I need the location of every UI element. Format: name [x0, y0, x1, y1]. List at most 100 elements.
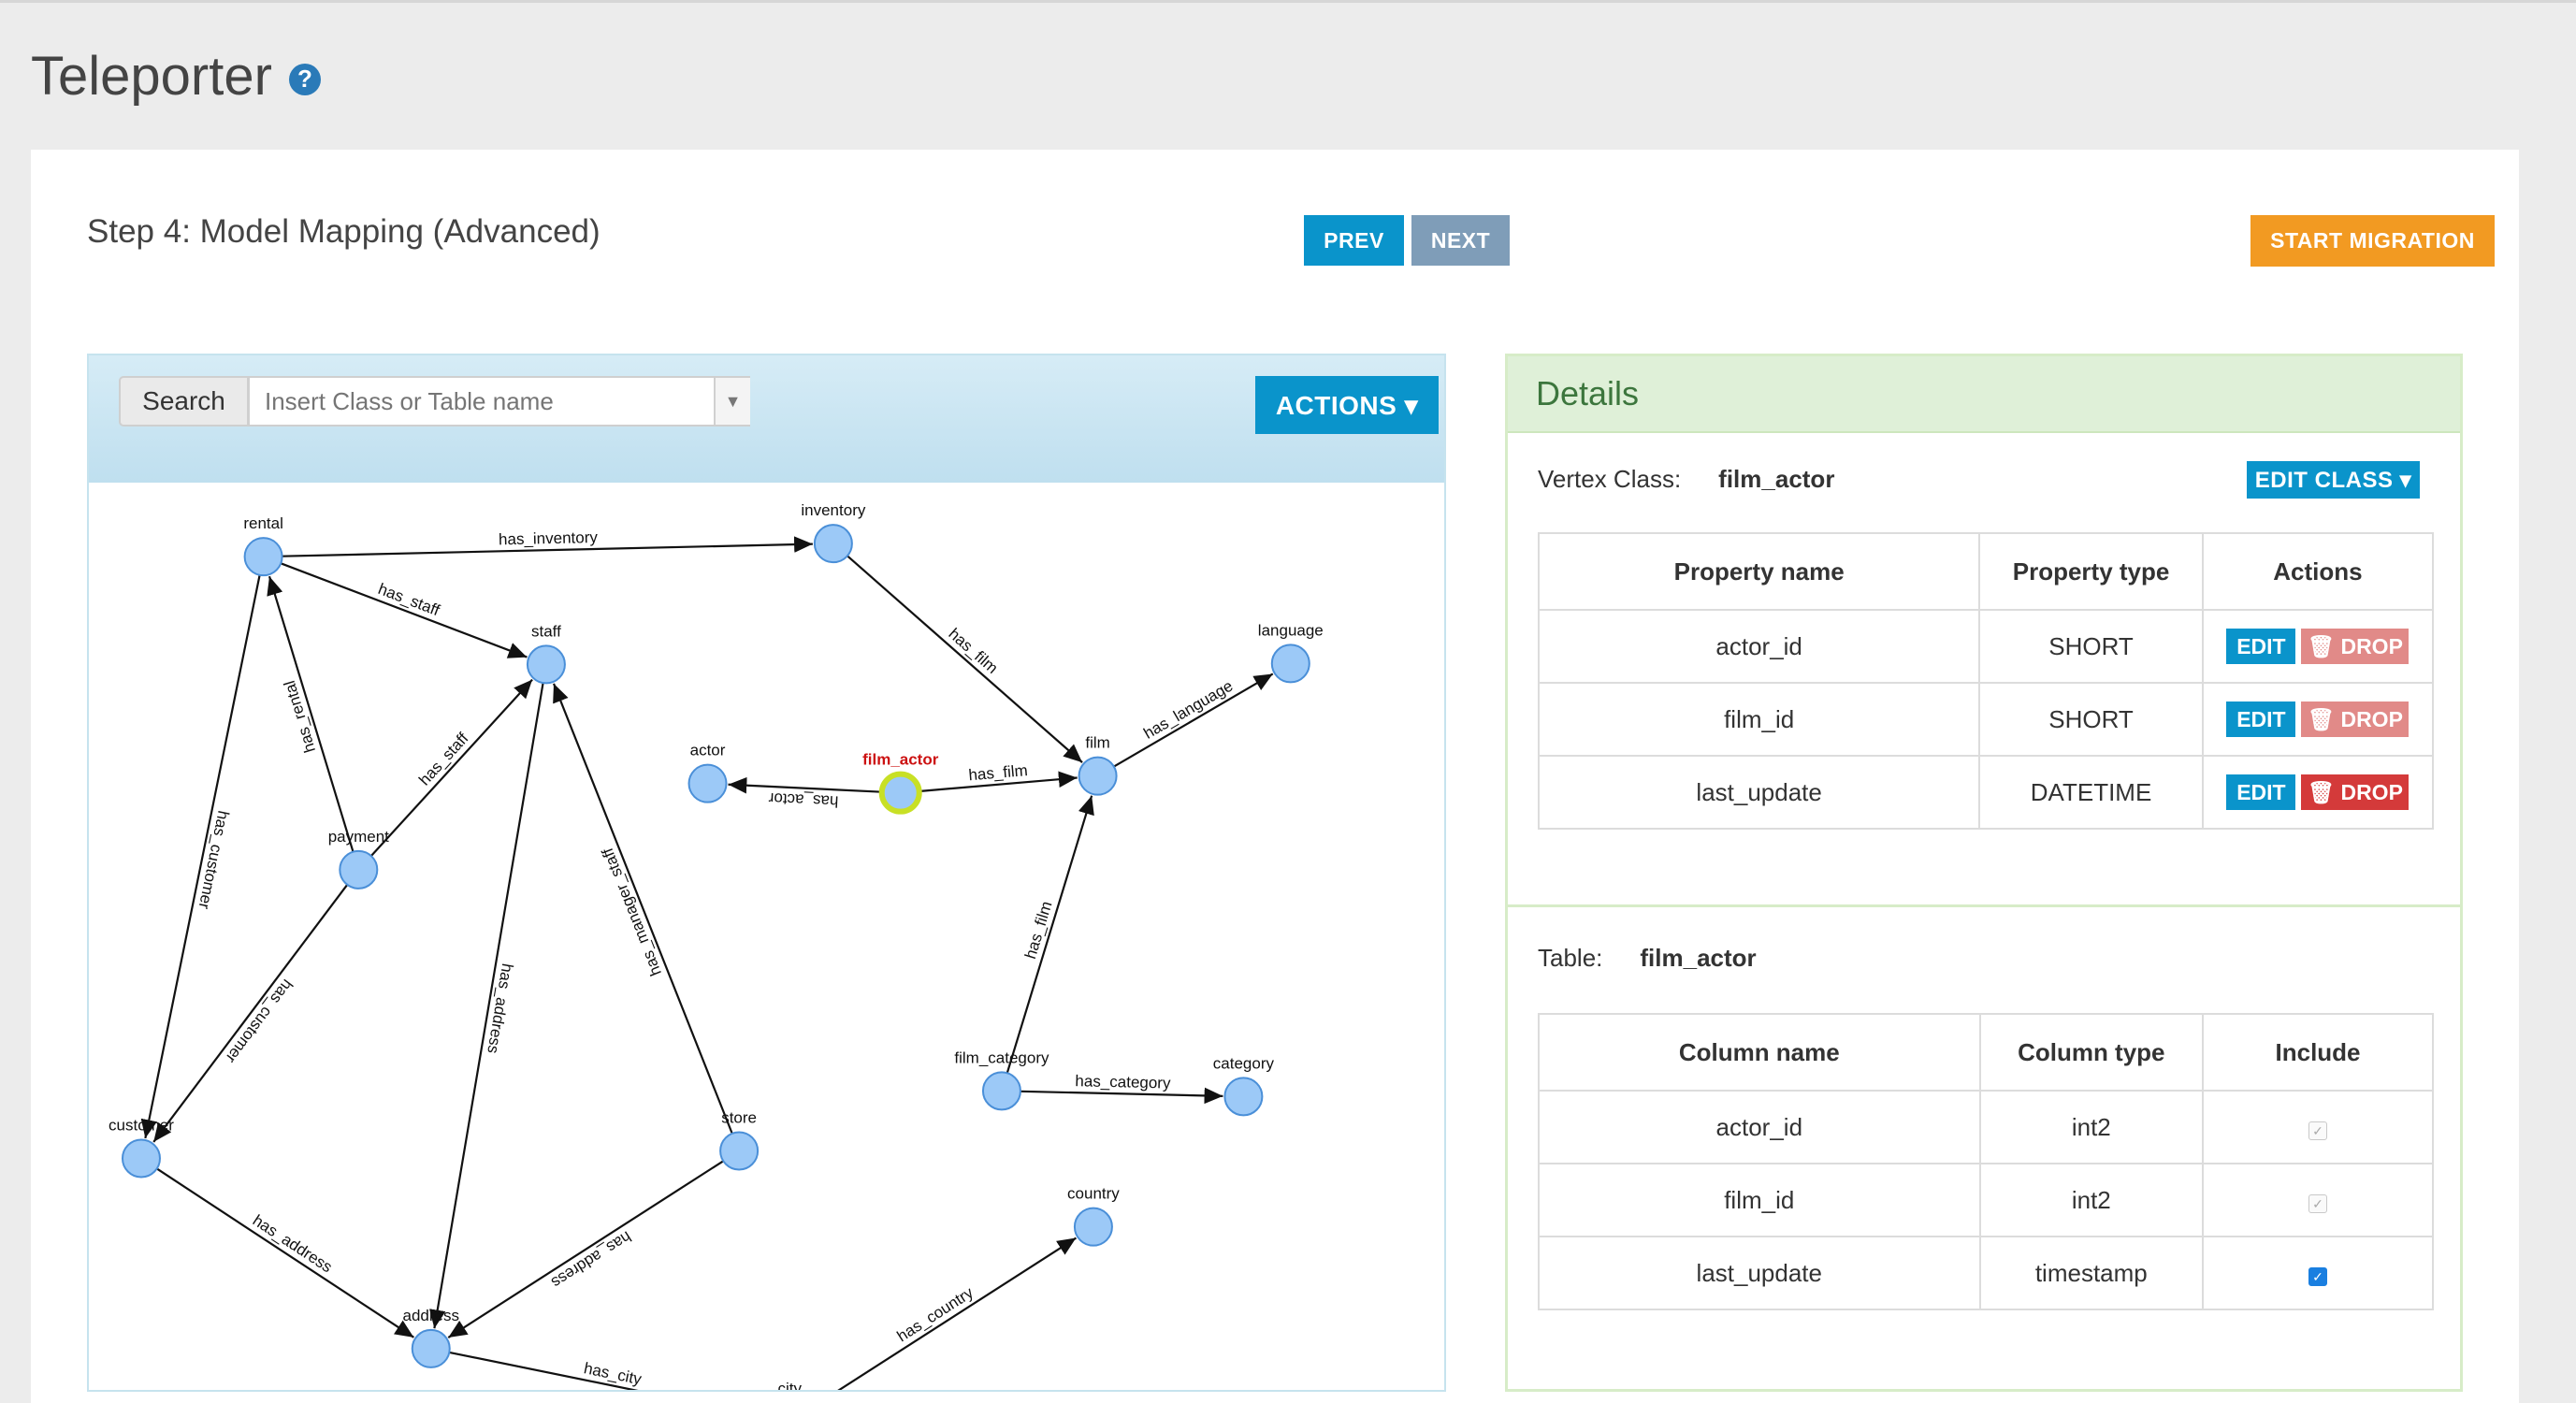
- columns-table: Column name Column type Include actor_id…: [1538, 1013, 2434, 1310]
- edge-label: has_category: [1075, 1072, 1171, 1092]
- edge-film_actor-actor[interactable]: [728, 776, 882, 794]
- edge-label: has_staff: [376, 580, 442, 619]
- include-cell: ✓: [2202, 1090, 2434, 1164]
- help-icon[interactable]: ?: [288, 63, 321, 95]
- node-label: film: [1085, 734, 1109, 752]
- edge-label: has_manager_staff: [599, 846, 665, 978]
- property-name: last_update: [1537, 755, 1981, 830]
- search-input[interactable]: [248, 376, 750, 427]
- node-language[interactable]: [1270, 644, 1310, 684]
- property-type: SHORT: [1978, 682, 2204, 757]
- table-row: last_update timestamp ✓: [1538, 1236, 2434, 1310]
- header-actions: Actions: [2201, 532, 2435, 611]
- vertex-class-value: film_actor: [1718, 465, 1835, 493]
- node-inventory[interactable]: [813, 524, 853, 564]
- header-property-name: Property name: [1537, 532, 1981, 611]
- include-cell: ✓: [2202, 1236, 2434, 1310]
- edge-customer-address[interactable]: [156, 1167, 414, 1338]
- app-title: Teleporter: [31, 46, 272, 107]
- column-name: last_update: [1538, 1236, 1981, 1310]
- table-row: last_update DATETIME EDIT 🗑 DROP: [1537, 755, 2435, 830]
- edge-rental-staff[interactable]: [280, 562, 528, 658]
- edit-class-button[interactable]: EDIT CLASS ▾: [2247, 461, 2420, 499]
- edge-film_category-category[interactable]: [1020, 1087, 1223, 1105]
- node-actor[interactable]: [687, 763, 728, 803]
- column-type: int2: [1978, 1163, 2205, 1237]
- edge-payment-rental[interactable]: [267, 575, 355, 853]
- property-name: film_id: [1537, 682, 1981, 757]
- node-country[interactable]: [1073, 1207, 1113, 1247]
- node-label: staff: [531, 622, 561, 640]
- edge-store-address[interactable]: [447, 1160, 724, 1338]
- trash-icon: 🗑: [2307, 779, 2336, 804]
- edge-label: has_inventory: [499, 528, 599, 548]
- edge-film-language[interactable]: [1113, 673, 1274, 768]
- chevron-down-icon[interactable]: ▼: [714, 378, 750, 425]
- details-title: Details: [1508, 356, 2460, 433]
- node-label: film_actor: [862, 751, 939, 769]
- node-label: city: [777, 1380, 802, 1390]
- start-migration-button[interactable]: START MIGRATION: [2250, 215, 2495, 267]
- table-value: film_actor: [1640, 944, 1757, 972]
- edge-label: has_city: [583, 1359, 644, 1388]
- prev-button[interactable]: PREV: [1304, 215, 1404, 266]
- vertex-class-label: Vertex Class:: [1538, 465, 1682, 493]
- node-label: category: [1213, 1054, 1275, 1072]
- edge-payment-customer[interactable]: [152, 884, 349, 1143]
- trash-icon: 🗑: [2307, 706, 2336, 731]
- header-column-type: Column type: [1978, 1013, 2205, 1092]
- node-staff[interactable]: [526, 644, 566, 685]
- include-checkbox[interactable]: ✓: [2308, 1266, 2327, 1286]
- drop-button[interactable]: 🗑 DROP: [2301, 774, 2410, 810]
- edge-label: has_language: [1140, 677, 1236, 743]
- edit-button[interactable]: EDIT: [2226, 702, 2296, 737]
- actions-cell: EDIT 🗑 DROP: [2201, 609, 2435, 684]
- edge-label: has_customer: [195, 809, 233, 911]
- next-button[interactable]: NEXT: [1411, 215, 1510, 266]
- header-property-type: Property type: [1978, 532, 2204, 611]
- table-row: actor_id int2 ✓: [1538, 1090, 2434, 1164]
- node-category[interactable]: [1223, 1077, 1264, 1117]
- edge-inventory-film[interactable]: [847, 555, 1083, 763]
- node-film_category[interactable]: [981, 1071, 1021, 1111]
- edge-label: has_address: [548, 1227, 634, 1292]
- drop-label: DROP: [2340, 779, 2403, 804]
- node-customer[interactable]: [121, 1138, 161, 1179]
- property-name: actor_id: [1537, 609, 1981, 684]
- header-column-name: Column name: [1538, 1013, 1981, 1092]
- graph-canvas[interactable]: has_inventory has_staff has_customer has_re…: [89, 483, 1444, 1390]
- graph-toolbar: Search ▼ ACTIONS ▾: [89, 355, 1444, 483]
- step-title: Step 4: Model Mapping (Advanced): [87, 213, 601, 250]
- edge-label: has_film: [945, 625, 1001, 677]
- edge-payment-staff[interactable]: [369, 678, 533, 857]
- drop-button[interactable]: 🗑 DROP: [2301, 629, 2410, 664]
- node-store[interactable]: [719, 1131, 760, 1171]
- drop-label: DROP: [2340, 706, 2403, 731]
- trash-icon: 🗑: [2307, 633, 2336, 658]
- edge-label: has_actor: [768, 789, 839, 811]
- table-row: actor_id SHORT EDIT 🗑 DROP: [1537, 609, 2435, 684]
- node-address[interactable]: [411, 1328, 451, 1368]
- node-rental[interactable]: [243, 537, 283, 577]
- include-checkbox[interactable]: ✓: [2308, 1193, 2327, 1213]
- node-payment[interactable]: [339, 849, 379, 890]
- edit-button[interactable]: EDIT: [2226, 774, 2296, 810]
- node-label: country: [1067, 1185, 1120, 1203]
- column-type: int2: [1978, 1090, 2205, 1164]
- node-film[interactable]: [1078, 756, 1118, 796]
- actions-button[interactable]: ACTIONS ▾: [1255, 376, 1439, 434]
- column-name: film_id: [1538, 1163, 1981, 1237]
- node-label: address: [403, 1307, 459, 1324]
- edge-staff-address[interactable]: [429, 682, 544, 1329]
- edge-label: has_film: [968, 761, 1029, 784]
- column-type: timestamp: [1978, 1236, 2205, 1310]
- node-film_actor[interactable]: [878, 771, 922, 815]
- edit-button[interactable]: EDIT: [2226, 629, 2296, 664]
- main-card: Step 4: Model Mapping (Advanced) PREV NE…: [31, 150, 2519, 1403]
- drop-button[interactable]: 🗑 DROP: [2301, 702, 2410, 737]
- node-label: language: [1258, 621, 1324, 639]
- edge-film_category-film[interactable]: [1006, 795, 1094, 1074]
- include-checkbox[interactable]: ✓: [2308, 1121, 2327, 1140]
- node-label: store: [721, 1108, 757, 1126]
- node-label: payment: [328, 828, 389, 846]
